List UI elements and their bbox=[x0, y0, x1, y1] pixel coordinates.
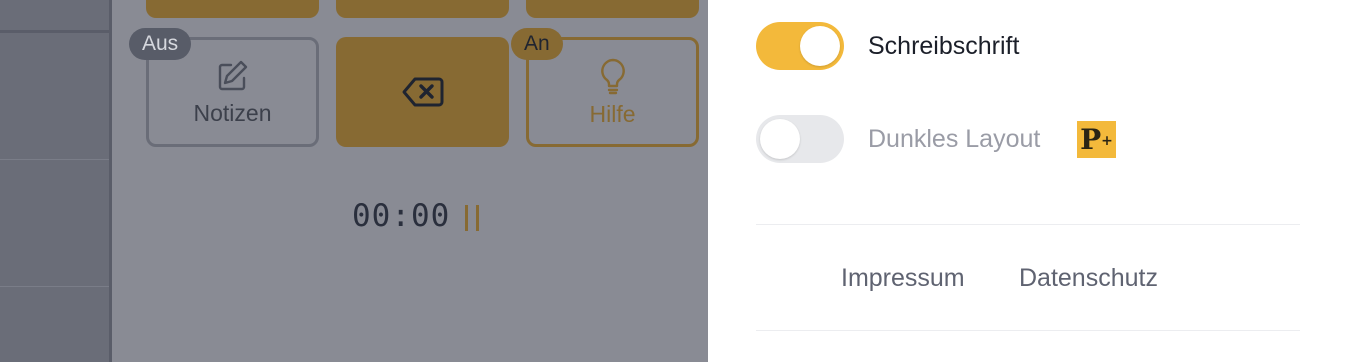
premium-badge-text: P+ bbox=[1080, 123, 1113, 156]
cursive-label: Schreibschrift bbox=[868, 32, 1020, 60]
hint-status-badge: An bbox=[511, 28, 563, 60]
sudoku-grid-edge bbox=[0, 0, 112, 362]
dark-layout-label: Dunkles Layout bbox=[868, 125, 1041, 153]
imprint-link[interactable]: Impressum bbox=[841, 264, 965, 293]
premium-badge-plus: + bbox=[1101, 133, 1113, 149]
backspace-icon bbox=[402, 77, 443, 107]
erase-button[interactable] bbox=[336, 37, 509, 147]
number-key[interactable] bbox=[526, 0, 699, 18]
pause-bar bbox=[476, 205, 479, 231]
notes-status-badge: Aus bbox=[129, 28, 192, 60]
pencil-note-icon bbox=[218, 60, 247, 90]
grid-line bbox=[0, 159, 109, 160]
game-timer: 00:00 bbox=[352, 198, 451, 234]
pause-bar bbox=[465, 205, 468, 231]
divider bbox=[756, 224, 1300, 225]
pause-icon[interactable] bbox=[465, 205, 481, 231]
cursive-toggle[interactable] bbox=[756, 22, 844, 70]
divider bbox=[756, 330, 1300, 331]
notes-button-label: Notizen bbox=[193, 99, 272, 126]
privacy-link[interactable]: Datenschutz bbox=[1019, 264, 1158, 293]
lightbulb-icon bbox=[600, 58, 625, 94]
game-area-overlay[interactable]: Notizen Aus Hilfe An 00:00 bbox=[0, 0, 708, 362]
hint-button-label: Hilfe bbox=[589, 100, 636, 127]
premium-badge-icon: P+ bbox=[1077, 121, 1116, 158]
grid-line bbox=[0, 30, 109, 33]
number-key[interactable] bbox=[146, 0, 319, 18]
number-key[interactable] bbox=[336, 0, 509, 18]
dark-layout-toggle[interactable] bbox=[756, 115, 844, 163]
toggle-knob bbox=[760, 119, 800, 159]
toggle-knob bbox=[800, 26, 840, 66]
grid-line bbox=[0, 286, 109, 287]
